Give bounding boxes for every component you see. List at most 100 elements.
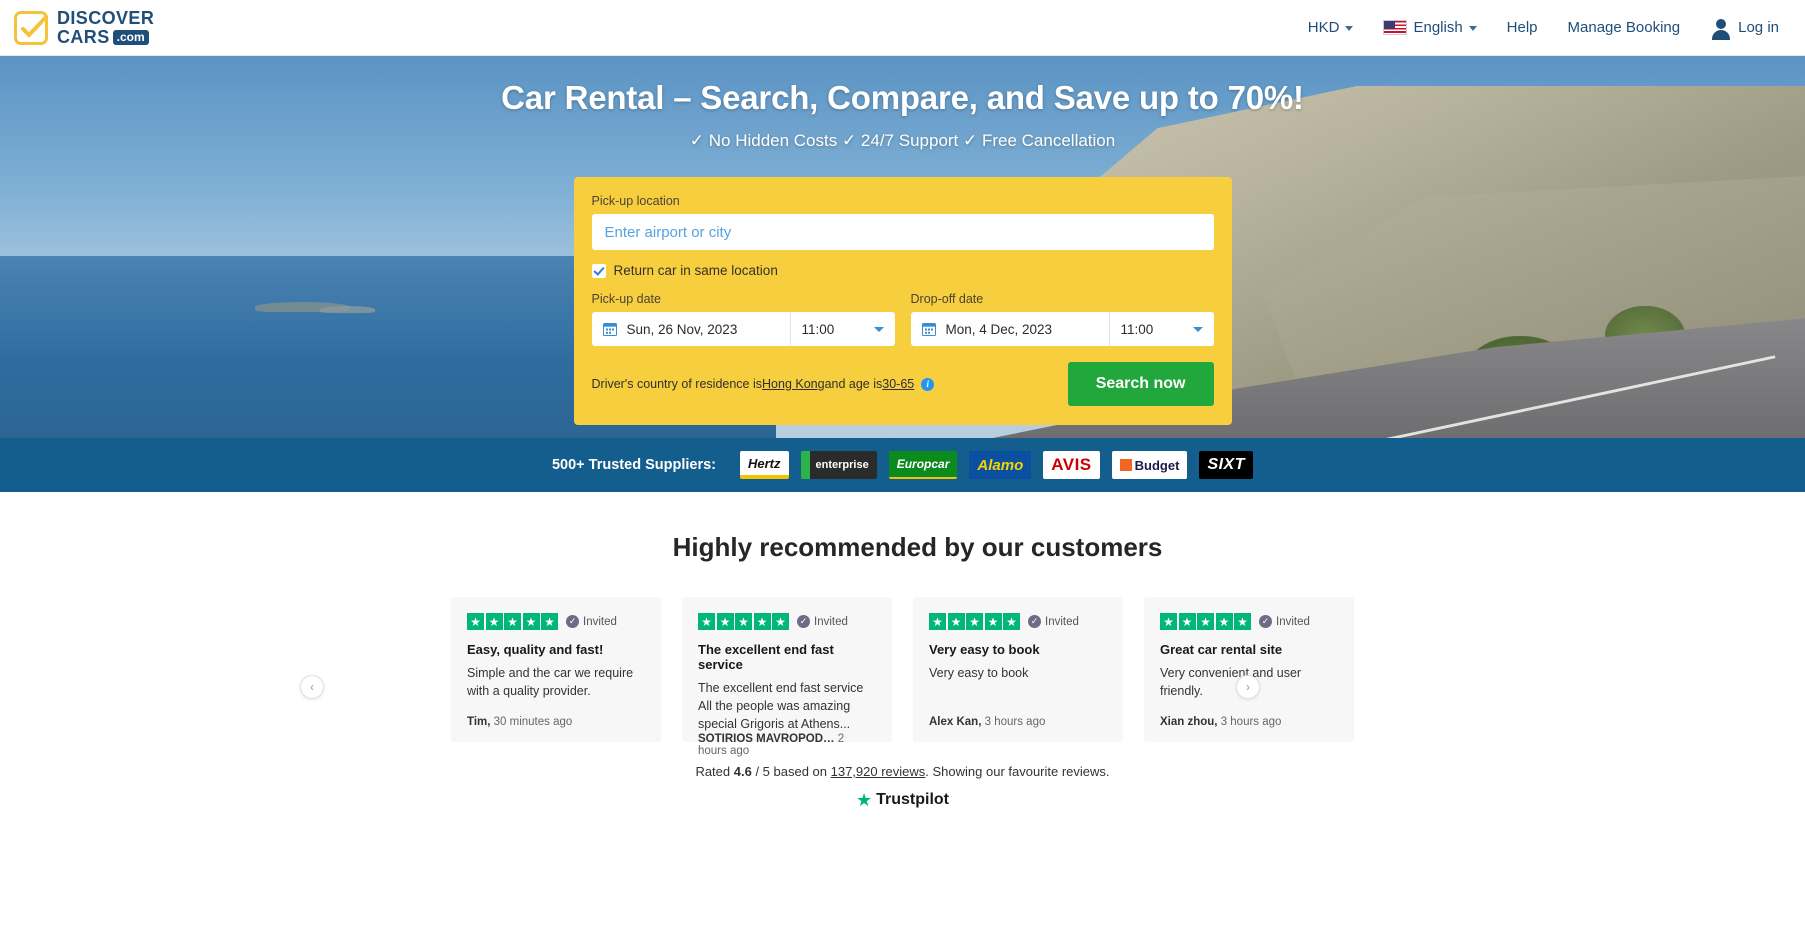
chevron-down-icon — [1192, 326, 1203, 332]
dropoff-date-field[interactable]: Mon, 4 Dec, 2023 — [911, 312, 1110, 346]
same-location-row[interactable]: Return car in same location — [591, 263, 1214, 278]
nav-help-label: Help — [1506, 19, 1538, 36]
driver-age-link[interactable]: 30-65 — [882, 377, 914, 391]
user-icon — [1710, 17, 1732, 40]
supplier-logo-europcar[interactable]: Europcar — [888, 451, 958, 479]
review-body: Simple and the car we require with a qua… — [467, 666, 634, 699]
reviews-heading: Highly recommended by our customers — [672, 532, 1163, 562]
star-rating-icon: ★ ★ ★ ★ ★ — [467, 613, 558, 630]
carousel-prev-button[interactable]: ‹ — [300, 675, 324, 699]
site-header: DISCOVER CARS .com HKD English Help Mana… — [0, 0, 1805, 56]
dropoff-time-select[interactable]: 11:00 — [1110, 322, 1214, 337]
checkmark-logo-icon — [14, 10, 48, 45]
reviews-section: Highly recommended by our customers ‹ ★ ★… — [0, 492, 1805, 809]
pickup-date-field[interactable]: Sun, 26 Nov, 2023 — [592, 312, 791, 346]
supplier-logo-avis[interactable]: AVIS — [1043, 451, 1100, 479]
invited-label: Invited — [583, 615, 617, 628]
review-meta: Tim, 30 minutes ago — [467, 716, 645, 728]
suppliers-label: 500+ Trusted Suppliers: — [551, 457, 716, 473]
review-meta: SOTIRIOS MAVROPOD… 2 hours ago — [698, 733, 876, 757]
review-title: The excellent end fast service — [698, 642, 834, 672]
supplier-logo-hertz[interactable]: Hertz — [739, 451, 789, 479]
dropoff-date-group: Drop-off date Mon, 4 Dec, 2023 11:00 — [910, 292, 1214, 346]
invited-badge: ✓ Invited — [566, 615, 617, 628]
dropoff-date-value: Mon, 4 Dec, 2023 — [945, 321, 1053, 337]
star-rating-icon: ★ ★ ★ ★ ★ — [698, 613, 789, 630]
invited-badge: ✓ Invited — [1259, 615, 1310, 628]
driver-prefix: Driver's country of residence is — [591, 377, 763, 391]
driver-country-link[interactable]: Hong Kong — [762, 377, 825, 391]
rated-summary: Rated 4.6 / 5 based on 137,920 reviews. … — [0, 764, 1805, 779]
star-rating-icon: ★ ★ ★ ★ ★ — [929, 613, 1020, 630]
review-title: Great car rental site — [1160, 642, 1283, 657]
invited-badge: ✓ Invited — [797, 615, 848, 628]
trustpilot-logo[interactable]: ★ Trustpilot — [0, 791, 1805, 809]
invited-badge: ✓ Invited — [1028, 615, 1079, 628]
nav-currency-label: HKD — [1307, 19, 1340, 36]
review-author: Alex Kan, — [929, 716, 982, 728]
nav-help[interactable]: Help — [1507, 19, 1538, 36]
invited-label: Invited — [1276, 615, 1310, 628]
rated-count[interactable]: 137,920 reviews — [831, 764, 926, 779]
supplier-logo-alamo[interactable]: Alamo — [969, 451, 1032, 479]
same-location-checkbox[interactable] — [591, 263, 606, 278]
pickup-date-value: Sun, 26 Nov, 2023 — [626, 321, 738, 337]
pickup-date-label: Pick-up date — [591, 292, 661, 306]
carousel-next-button[interactable]: › — [1236, 675, 1260, 699]
review-title: Easy, quality and fast! — [467, 642, 604, 657]
search-now-button[interactable]: Search now — [1067, 362, 1214, 406]
budget-square-icon — [1119, 459, 1132, 471]
header-nav: HKD English Help Manage Booking Log in — [1308, 17, 1779, 40]
review-body: The excellent end fast service All the p… — [698, 681, 864, 732]
chevron-down-icon — [873, 326, 884, 332]
hero-title: Car Rental – Search, Compare, and Save u… — [501, 79, 1304, 116]
driver-middle: and age is — [824, 377, 883, 391]
nav-login[interactable]: Log in — [1710, 17, 1779, 40]
search-form: Pick-up location Return car in same loca… — [573, 177, 1232, 425]
logo[interactable]: DISCOVER CARS .com — [14, 9, 154, 46]
review-meta: Xian zhou, 3 hours ago — [1160, 716, 1338, 728]
rated-suffix: . Showing our favourite reviews. — [925, 764, 1110, 779]
check-icon: ✓ — [1028, 615, 1041, 628]
same-location-label: Return car in same location — [613, 263, 778, 278]
pickup-time-value: 11:00 — [801, 321, 835, 337]
driver-details-line: Driver's country of residence is Hong Ko… — [592, 377, 935, 391]
calendar-icon — [602, 323, 617, 336]
review-time: 3 hours ago — [1217, 716, 1282, 728]
invited-label: Invited — [814, 615, 848, 628]
pickup-location-label: Pick-up location — [591, 194, 680, 208]
dropoff-time-value: 11:00 — [1120, 321, 1154, 337]
nav-language-label: English — [1413, 19, 1463, 36]
hero-subtitle: ✓ No Hidden Costs ✓ 24/7 Support ✓ Free … — [689, 131, 1116, 150]
pickup-time-select[interactable]: 11:00 — [791, 322, 895, 337]
chevron-down-icon — [1468, 26, 1477, 31]
review-card: ★ ★ ★ ★ ★ ✓ Invited Great car rental site Ve… — [1144, 597, 1354, 742]
supplier-logo-sixt[interactable]: SIXT — [1199, 451, 1253, 479]
review-card: ★ ★ ★ ★ ★ ✓ Invited The excellent end fast s… — [682, 597, 892, 757]
info-icon[interactable]: i — [921, 377, 935, 391]
logo-line-1: DISCOVER — [57, 8, 155, 28]
nav-login-label: Log in — [1738, 19, 1779, 36]
logo-dotcom-badge: .com — [112, 29, 149, 45]
logo-line-2: CARS — [57, 27, 110, 47]
nav-manage-booking[interactable]: Manage Booking — [1568, 19, 1681, 36]
supplier-logo-budget[interactable]: Budget — [1111, 451, 1188, 479]
pickup-location-input[interactable] — [591, 214, 1214, 250]
check-icon: ✓ — [566, 615, 579, 628]
review-card: ★ ★ ★ ★ ★ ✓ Invited Easy, quality and fast! … — [451, 597, 661, 742]
review-author: Xian zhou, — [1160, 716, 1218, 728]
rated-prefix: Rated — [695, 764, 734, 779]
supplier-logo-enterprise[interactable]: enterprise — [800, 451, 877, 479]
nav-language[interactable]: English — [1383, 19, 1477, 36]
star-rating-icon: ★ ★ ★ ★ ★ — [1160, 613, 1251, 630]
review-time: 3 hours ago — [981, 716, 1046, 728]
review-time: 30 minutes ago — [490, 716, 573, 728]
review-card: ★ ★ ★ ★ ★ ✓ Invited Very easy to book Very e… — [913, 597, 1123, 742]
rated-middle: / 5 based on — [751, 764, 831, 779]
reviews-carousel: ‹ ★ ★ ★ ★ ★ ✓ Invited Easy, quality and fast… — [0, 597, 1805, 757]
nav-manage-booking-label: Manage Booking — [1567, 19, 1681, 36]
nav-currency-hkd[interactable]: HKD — [1308, 19, 1354, 36]
trustpilot-name: Trustpilot — [876, 791, 950, 808]
pickup-date-group: Pick-up date Sun, 26 Nov, 2023 11:00 — [591, 292, 895, 346]
review-body: Very easy to book — [929, 666, 1029, 680]
